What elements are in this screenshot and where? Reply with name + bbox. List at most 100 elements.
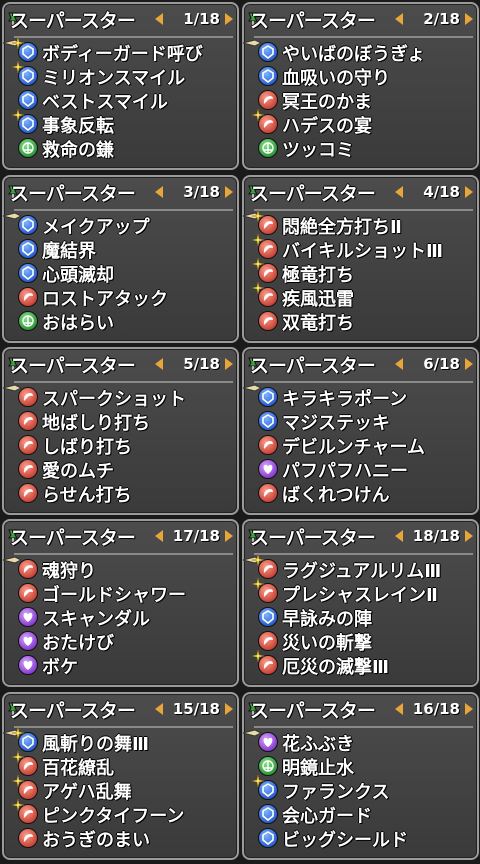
prev-page-arrow-icon[interactable] [155, 358, 163, 370]
skill-list-item[interactable]: ビッグシールド [254, 826, 473, 851]
skill-list-item[interactable]: バイキルショットⅢ [252, 234, 473, 262]
next-page-arrow-icon[interactable] [225, 703, 233, 715]
skill-list: 風斬りの舞Ⅲ 百花繚乱 アゲハ乱舞 ピンクタイフーン おうぎのまい [12, 727, 233, 851]
shield-skill-icon [258, 607, 278, 627]
skill-name: ボケ [42, 657, 78, 678]
prev-page-arrow-icon[interactable] [155, 13, 163, 25]
skill-list-item[interactable]: プレシャスレインⅡ [252, 578, 473, 606]
skill-panel: スーパースター 3/18 メイクアップ 魔結界 心頭滅却 ロストアタック おはら… [2, 175, 239, 343]
skill-list-item[interactable]: マジステッキ [254, 409, 473, 434]
next-page-arrow-icon[interactable] [225, 358, 233, 370]
skill-list: 花ふぶき 明鏡止水 ファランクス 会心ガード ビッグシールド [252, 730, 473, 851]
skill-list-item[interactable]: ボケ [14, 653, 233, 678]
skill-name: ラグジュアルリムⅢ [282, 561, 442, 582]
prev-page-arrow-icon[interactable] [395, 703, 403, 715]
sparkle-icon [252, 650, 264, 662]
skill-list-item[interactable]: らせん打ち [14, 481, 233, 506]
skill-list-item[interactable]: ハデスの宴 [252, 109, 473, 137]
skill-list-item[interactable]: 地ばしり打ち [14, 409, 233, 434]
prev-page-arrow-icon[interactable] [395, 186, 403, 198]
next-page-arrow-icon[interactable] [465, 13, 473, 25]
panel-title: スーパースター [10, 527, 136, 549]
skill-list-item[interactable]: 魔結界 [14, 237, 233, 262]
skill-list-item[interactable]: ツッコミ [254, 136, 473, 161]
prev-page-arrow-icon[interactable] [155, 530, 163, 542]
sparkle-icon [12, 109, 24, 121]
skill-list-item[interactable]: ボディーガード呼び [12, 37, 233, 65]
skill-list-item[interactable]: 心頭滅却 [14, 261, 233, 286]
skill-list-item[interactable]: ファランクス [252, 775, 473, 803]
next-page-arrow-icon[interactable] [465, 186, 473, 198]
prev-page-arrow-icon[interactable] [395, 530, 403, 542]
prev-page-arrow-icon[interactable] [155, 186, 163, 198]
page-indicator: 16/18 [412, 700, 460, 718]
prev-page-arrow-icon[interactable] [395, 358, 403, 370]
skill-list-item[interactable]: しばり打ち [14, 433, 233, 458]
skill-list-item[interactable]: ミリオンスマイル [12, 61, 233, 89]
skill-name: 血吸いの守り [282, 68, 390, 89]
skill-list-item[interactable]: おはらい [14, 309, 233, 334]
next-page-arrow-icon[interactable] [465, 703, 473, 715]
skill-list-item[interactable]: アゲハ乱舞 [12, 775, 233, 803]
skill-panel: スーパースター 17/18 魂狩り ゴールドシャワー スキャンダル おたけび ボ… [2, 519, 239, 687]
skill-list-item[interactable]: デビルンチャーム [254, 433, 473, 458]
skill-list-item[interactable]: 救命の鎌 [14, 136, 233, 161]
page-indicator: 6/18 [423, 355, 460, 373]
skill-list-item[interactable]: ばくれつけん [254, 481, 473, 506]
skill-list-item[interactable]: 会心ガード [254, 802, 473, 827]
skill-list-item[interactable]: ラグジュアルリムⅢ [252, 554, 473, 582]
skill-list-item[interactable]: パフパフハニー [254, 457, 473, 482]
skill-list-item[interactable]: ベストスマイル [14, 88, 233, 113]
next-page-arrow-icon[interactable] [225, 186, 233, 198]
panel-header: スーパースター 6/18 [244, 349, 477, 379]
panel-title: スーパースター [250, 10, 376, 32]
next-page-arrow-icon[interactable] [225, 13, 233, 25]
skill-list-item[interactable]: やいばのぼうぎょ [254, 40, 473, 65]
skill-name: ファランクス [282, 782, 390, 803]
skill-list-item[interactable]: 悶絶全方打ちⅡ [252, 210, 473, 238]
skill-list-item[interactable]: 災いの斬撃 [254, 629, 473, 654]
skill-list-item[interactable]: 極竜打ち [252, 258, 473, 286]
skill-name: 冥王のかま [282, 92, 372, 113]
skill-list-item[interactable]: 魂狩り [14, 557, 233, 582]
skill-list-item[interactable]: スキャンダル [14, 605, 233, 630]
sparkle-icon [252, 234, 264, 246]
skill-list-item[interactable]: おたけび [14, 629, 233, 654]
sparkle-icon [252, 258, 264, 270]
page-indicator: 2/18 [423, 10, 460, 28]
charm-skill-icon [18, 607, 38, 627]
shield-skill-icon [258, 42, 278, 62]
skill-list-item[interactable]: ピンクタイフーン [12, 799, 233, 827]
attack-skill-icon [18, 583, 38, 603]
skill-list-item[interactable]: 疾風迅雷 [252, 282, 473, 310]
prev-page-arrow-icon[interactable] [155, 703, 163, 715]
skill-list-item[interactable]: 事象反転 [12, 109, 233, 137]
skill-list-item[interactable]: おうぎのまい [14, 826, 233, 851]
skill-list-item[interactable]: 風斬りの舞Ⅲ [12, 727, 233, 755]
skill-list-item[interactable]: 早詠みの陣 [254, 605, 473, 630]
skill-list-item[interactable]: メイクアップ [14, 213, 233, 238]
skill-list-item[interactable]: 厄災の滅撃Ⅲ [252, 650, 473, 678]
prev-page-arrow-icon[interactable] [395, 13, 403, 25]
skill-list-item[interactable]: ロストアタック [14, 285, 233, 310]
skill-list-item[interactable]: スパークショット [14, 385, 233, 410]
skill-list-item[interactable]: 百花繚乱 [12, 751, 233, 779]
next-page-arrow-icon[interactable] [225, 530, 233, 542]
skill-list-item[interactable]: キラキラポーン [254, 385, 473, 410]
skill-list-item[interactable]: 血吸いの守り [254, 64, 473, 89]
skill-list-item[interactable]: 冥王のかま [254, 88, 473, 113]
skill-list-item[interactable]: 明鏡止水 [254, 754, 473, 779]
skill-list-item[interactable]: 花ふぶき [254, 730, 473, 755]
sparkle-icon [12, 61, 24, 73]
skill-panel: スーパースター 18/18 ラグジュアルリムⅢ プレシャスレインⅡ 早詠みの陣 … [242, 519, 479, 687]
header-divider [14, 209, 233, 211]
skill-list-item[interactable]: ゴールドシャワー [14, 581, 233, 606]
panel-title: スーパースター [10, 700, 136, 722]
skill-name: 明鏡止水 [282, 758, 354, 779]
next-page-arrow-icon[interactable] [465, 358, 473, 370]
skill-list-item[interactable]: 双竜打ち [254, 309, 473, 334]
next-page-arrow-icon[interactable] [465, 530, 473, 542]
skill-name: メイクアップ [42, 217, 150, 238]
skill-list-item[interactable]: 愛のムチ [14, 457, 233, 482]
attack-skill-icon [18, 559, 38, 579]
